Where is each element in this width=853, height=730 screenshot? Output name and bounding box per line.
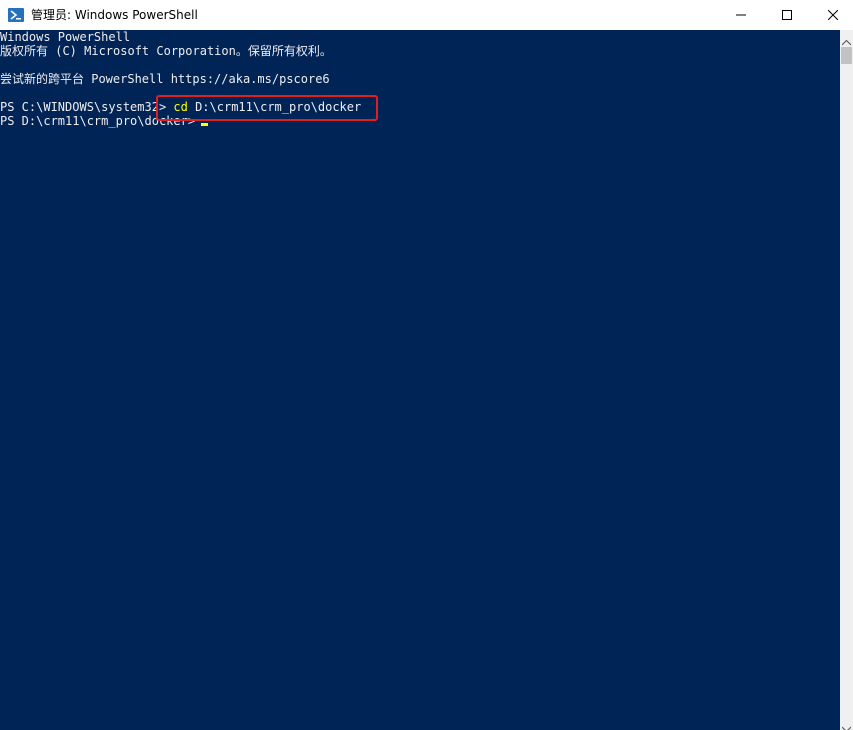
close-icon (828, 10, 838, 20)
console-output[interactable]: Windows PowerShell 版权所有 (C) Microsoft Co… (0, 30, 840, 730)
powershell-icon (8, 7, 24, 23)
vertical-scrollbar[interactable] (840, 30, 853, 730)
title-bar[interactable]: 管理员: Windows PowerShell (0, 0, 853, 30)
maximize-icon (782, 10, 792, 20)
scrollbar-thumb[interactable] (841, 47, 852, 64)
console-line-pscore-hint: 尝试新的跨平台 PowerShell https://aka.ms/pscore… (0, 72, 330, 86)
powershell-window: 管理员: Windows PowerShell Windows PowerShe… (0, 0, 853, 730)
prompt-system32: PS C:\WINDOWS\system32> (0, 100, 174, 114)
close-button[interactable] (810, 0, 853, 30)
console-line-copyright: 版权所有 (C) Microsoft Corporation。保留所有权利。 (0, 44, 332, 58)
command-highlight-box (156, 95, 378, 121)
minimize-button[interactable] (718, 0, 764, 30)
text-cursor (201, 123, 209, 126)
window-title: 管理员: Windows PowerShell (31, 8, 198, 22)
minimize-icon (736, 14, 746, 16)
maximize-button[interactable] (764, 0, 810, 30)
scroll-down-arrow-icon[interactable] (841, 719, 852, 730)
console-line-header: Windows PowerShell (0, 30, 131, 44)
